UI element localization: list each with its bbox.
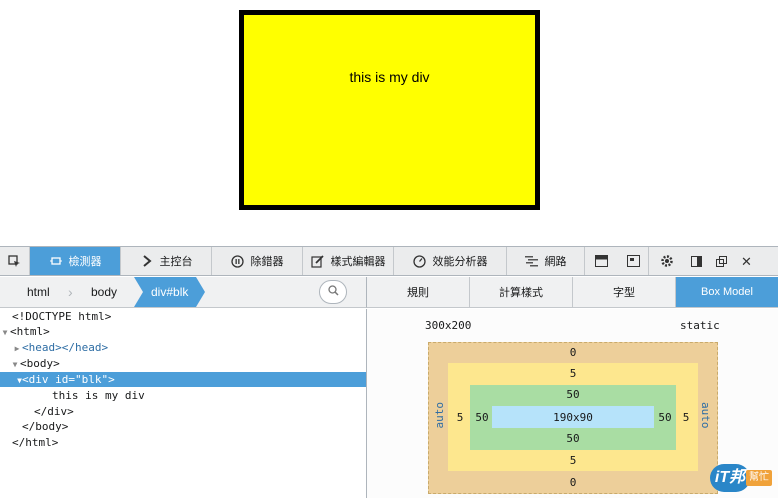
tab-label: 效能分析器 — [432, 256, 488, 268]
search-icon — [327, 285, 339, 299]
search-markup-button[interactable] — [319, 280, 347, 304]
tab-style-editor[interactable]: 樣式編輯器 — [303, 247, 394, 275]
debugger-icon — [231, 254, 245, 268]
close-icon: ✕ — [741, 253, 752, 269]
tab-network[interactable]: 網路 — [507, 247, 585, 275]
collapsed-twisty-icon[interactable]: ▶ — [12, 341, 22, 356]
watermark-text: 幫忙 — [746, 470, 772, 486]
tab-profiler[interactable]: 效能分析器 — [394, 247, 507, 275]
markup-line[interactable]: this is my div — [52, 388, 366, 403]
network-icon — [524, 254, 539, 268]
margin-bottom-value[interactable]: 0 — [566, 476, 580, 489]
content-size-value[interactable]: 190x90 — [492, 411, 654, 424]
margin-top-value[interactable]: 0 — [566, 346, 580, 359]
tab-console[interactable]: 主控台 — [121, 247, 212, 275]
margin-left-value[interactable]: auto — [433, 402, 446, 429]
tab-rules[interactable]: 規則 — [367, 277, 470, 307]
expanded-twisty-icon[interactable]: ▼ — [10, 357, 20, 372]
expanded-twisty-icon[interactable]: ▼ — [0, 373, 22, 388]
watermark-logo-mark: iT邦 — [710, 464, 750, 492]
element-position: static — [680, 319, 720, 332]
breadcrumb-body[interactable]: body — [91, 277, 117, 307]
element-size: 300x200 — [425, 319, 472, 332]
scratchpad-icon — [626, 254, 640, 268]
settings-icon — [660, 254, 674, 268]
inspector-icon — [49, 254, 63, 268]
markup-line-selected[interactable]: ▼<div id="blk"> — [0, 372, 366, 387]
devtools-toolbar: 檢測器 主控台 除錯器 樣式編輯器 效能分析器 網路 ✕ — [0, 247, 778, 276]
dock-side-button[interactable] — [684, 247, 709, 275]
border-bottom-value[interactable]: 5 — [566, 454, 580, 467]
scratchpad-button[interactable] — [618, 247, 648, 275]
markup-line[interactable]: </body> — [22, 419, 366, 434]
breadcrumb: html › body div#blk — [0, 277, 367, 308]
dock-side-icon — [690, 254, 704, 268]
padding-bottom-value[interactable]: 50 — [561, 432, 585, 445]
tab-computed[interactable]: 計算樣式 — [470, 277, 573, 307]
tab-label: 樣式編輯器 — [330, 256, 386, 268]
markup-line[interactable]: ▼ <html> — [0, 324, 366, 339]
markup-line[interactable]: </html> — [12, 435, 366, 450]
markup-line[interactable]: ▶ <head></head> — [12, 340, 366, 355]
breadcrumb-separator-icon: › — [68, 284, 73, 300]
tab-fonts[interactable]: 字型 — [573, 277, 676, 307]
yellow-div-blk[interactable]: this is my div — [239, 10, 540, 210]
tab-label: 除錯器 — [250, 256, 284, 268]
sidebar-tabs: 規則 計算樣式 字型 Box Model — [367, 277, 778, 308]
breadcrumb-div-blk[interactable]: div#blk — [133, 277, 206, 307]
tab-label: 檢測器 — [68, 256, 102, 268]
breadcrumb-html[interactable]: html — [27, 277, 50, 307]
markup-view: <!DOCTYPE html> ▼ <html> ▶ <head></head> ▼… — [0, 309, 367, 498]
console-icon — [140, 254, 154, 268]
pick-element-icon — [8, 254, 22, 268]
border-right-value[interactable]: 5 — [680, 411, 692, 424]
undock-button[interactable] — [709, 247, 734, 275]
tab-box-model[interactable]: Box Model — [676, 277, 778, 307]
settings-button[interactable] — [648, 247, 684, 275]
padding-left-value[interactable]: 50 — [471, 411, 493, 424]
markup-line[interactable]: <!DOCTYPE html> — [12, 309, 378, 324]
padding-right-value[interactable]: 50 — [654, 411, 676, 424]
responsive-mode-button[interactable] — [585, 247, 618, 275]
close-devtools-button[interactable]: ✕ — [734, 247, 759, 275]
border-left-value[interactable]: 5 — [454, 411, 466, 424]
style-editor-icon — [311, 254, 325, 268]
border-top-value[interactable]: 5 — [566, 367, 580, 380]
responsive-icon — [595, 254, 609, 268]
pick-element-button[interactable] — [0, 247, 30, 275]
expanded-twisty-icon[interactable]: ▼ — [0, 325, 10, 340]
tab-inspector[interactable]: 檢測器 — [30, 247, 121, 275]
tab-debugger[interactable]: 除錯器 — [212, 247, 303, 275]
markup-line[interactable]: ▼ <body> — [10, 356, 366, 371]
margin-right-value[interactable]: auto — [699, 402, 712, 429]
page-viewport: this is my div — [0, 0, 778, 246]
markup-line[interactable]: </div> — [34, 404, 366, 419]
devtools-panel: 檢測器 主控台 除錯器 樣式編輯器 效能分析器 網路 ✕ html › body… — [0, 246, 778, 498]
tab-label: 主控台 — [159, 256, 193, 268]
tab-label: 網路 — [544, 256, 567, 268]
profiler-icon — [413, 254, 427, 268]
watermark-logo: iT邦 幫忙 — [710, 462, 774, 494]
div-text: this is my div — [349, 69, 430, 85]
undock-icon — [715, 254, 729, 268]
padding-top-value[interactable]: 50 — [561, 388, 585, 401]
